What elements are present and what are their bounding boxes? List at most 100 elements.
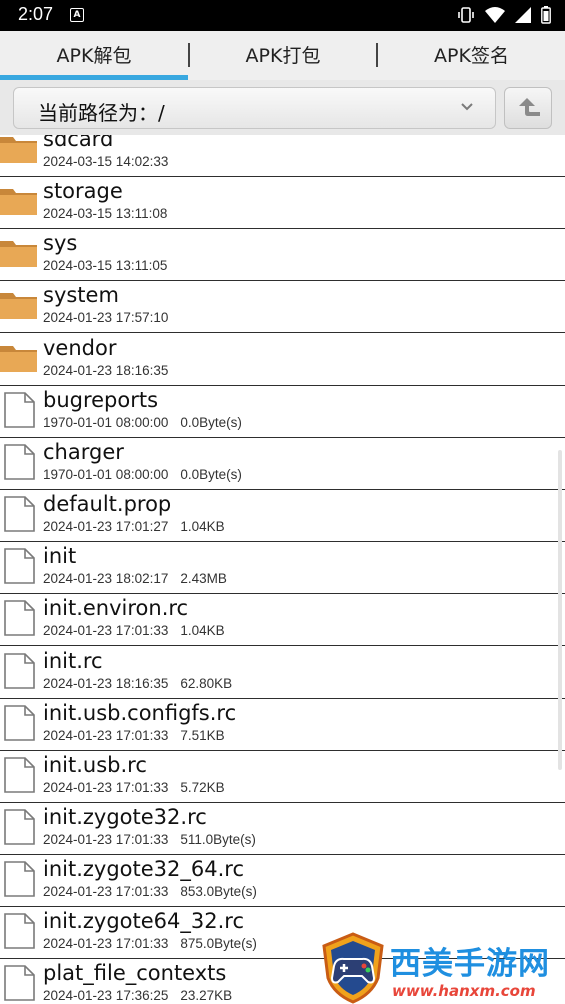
file-date: 2024-01-23 17:01:33 <box>43 831 169 847</box>
file-icon <box>4 913 35 950</box>
file-size: 23.27KB <box>180 988 233 1004</box>
file-row[interactable]: init.rc 2024-01-23 18:16:35 62.80KB <box>0 647 565 699</box>
tab-apk-unpack[interactable]: APK解包 <box>0 31 188 80</box>
file-size: 62.80KB <box>180 675 233 691</box>
file-row[interactable]: init.environ.rc 2024-01-23 17:01:33 1.04KB <box>0 594 565 647</box>
tab-apk-pack[interactable]: APK打包 <box>190 31 376 80</box>
file-row[interactable]: init.zygote32_64.rc 2024-01-23 17:01:33 85… <box>0 855 565 908</box>
file-date: 1970-01-01 08:00:00 <box>43 414 169 430</box>
file-row[interactable]: init.usb.configfs.rc 2024-01-23 17:01:33 7… <box>0 699 565 751</box>
file-name: init.environ.rc <box>43 596 189 621</box>
tab-apk-sign[interactable]: APK签名 <box>378 31 565 80</box>
file-size: 5.72KB <box>180 779 225 795</box>
file-name: init.zygote32_64.rc <box>43 857 245 882</box>
file-date: 2024-03-15 13:11:08 <box>43 206 168 222</box>
file-meta: 2024-01-23 17:36:25 23.27KB <box>43 988 232 1003</box>
folder-row[interactable]: vendor 2024-01-23 18:16:35 <box>0 334 565 386</box>
file-meta: 2024-01-23 17:01:33 7.51KB <box>43 728 225 743</box>
status-icons <box>457 6 551 24</box>
file-name: init.zygote64_32.rc <box>43 909 245 934</box>
file-icon <box>4 809 35 845</box>
signal-icon <box>515 7 531 23</box>
file-meta: 2024-01-23 17:01:33 5.72KB <box>43 780 225 795</box>
file-date: 2024-01-23 17:01:33 <box>43 727 169 743</box>
file-icon <box>4 861 35 897</box>
path-dropdown[interactable]: 当前路径为：/ <box>13 87 496 129</box>
current-path-label: 当前路径为：/ <box>38 101 165 125</box>
tab-bar: APK解包 APK打包 APK签名 <box>0 31 565 80</box>
file-meta: 2024-01-23 17:01:33 875.0Byte(s) <box>43 936 257 951</box>
file-icon <box>4 444 35 480</box>
file-name: charger <box>43 439 124 464</box>
folder-row[interactable]: sdcard 2024-03-15 14:02:33 <box>0 135 565 177</box>
file-size: 853.0Byte(s) <box>180 884 257 900</box>
file-icon <box>4 756 35 793</box>
file-size: 7.51KB <box>180 727 225 743</box>
folder-icon <box>0 293 37 320</box>
folder-row[interactable]: storage 2024-03-15 13:11:08 <box>0 177 565 230</box>
vibrate-icon <box>458 7 474 23</box>
folder-icon <box>0 189 37 216</box>
file-icon <box>4 548 35 584</box>
watermark-logo: 西美手游网 www.hanxm.com <box>318 932 565 1004</box>
file-name: bugreports <box>43 387 159 412</box>
path-bar: 当前路径为：/ <box>0 80 565 135</box>
file-list: sdcard 2024-03-15 14:02:33 storage 2024-03-… <box>0 135 565 1004</box>
file-date: 2024-01-23 17:01:33 <box>43 623 169 639</box>
file-size: 2.43MB <box>180 571 227 587</box>
file-meta: 2024-01-23 17:01:33 853.0Byte(s) <box>43 884 257 899</box>
file-size: 0.0Byte(s) <box>180 414 242 430</box>
file-size: 0.0Byte(s) <box>180 466 242 482</box>
file-icon <box>4 965 35 1002</box>
file-name: system <box>43 283 119 308</box>
file-meta: 2024-01-23 18:16:35 <box>43 363 180 378</box>
up-arrow-icon <box>519 98 540 116</box>
file-meta: 2024-01-23 18:02:17 2.43MB <box>43 571 227 586</box>
file-size: 1.04KB <box>180 623 225 639</box>
file-size: 1.04KB <box>180 519 225 535</box>
file-name: sdcard <box>43 135 114 151</box>
file-icon <box>4 704 35 741</box>
file-row[interactable]: charger 1970-01-01 08:00:00 0.0Byte(s) <box>0 438 565 490</box>
file-date: 2024-01-23 17:57:10 <box>43 310 169 326</box>
file-date: 2024-01-23 17:36:25 <box>43 988 169 1004</box>
folder-row[interactable]: system 2024-01-23 17:57:10 <box>0 281 565 334</box>
file-date: 2024-01-23 18:02:17 <box>43 571 169 587</box>
parent-directory-button[interactable] <box>504 87 552 129</box>
file-icon <box>4 600 35 637</box>
watermark-title: 西美手游网 <box>390 946 550 982</box>
file-meta: 2024-03-15 13:11:08 <box>43 206 179 221</box>
file-meta: 2024-03-15 14:02:33 <box>43 154 180 169</box>
file-name: default.prop <box>43 492 172 517</box>
file-name: plat_file_contexts <box>43 961 227 986</box>
file-meta: 2024-03-15 13:11:05 <box>43 258 179 273</box>
battery-icon <box>541 6 551 24</box>
file-name: init.usb.configfs.rc <box>43 700 237 725</box>
file-date: 2024-03-15 13:11:05 <box>43 258 168 274</box>
file-date: 2024-01-23 17:01:33 <box>43 884 169 900</box>
folder-icon <box>0 241 37 268</box>
file-row[interactable]: default.prop 2024-01-23 17:01:27 1.04KB <box>0 490 565 543</box>
file-icon <box>4 391 35 428</box>
file-date: 2024-01-23 17:01:33 <box>43 779 169 795</box>
file-date: 2024-01-23 17:01:27 <box>43 519 169 535</box>
file-row[interactable]: bugreports 1970-01-01 08:00:00 0.0Byte(s) <box>0 386 565 438</box>
file-row[interactable]: init.zygote32.rc 2024-01-23 17:01:33 511.0… <box>0 803 565 855</box>
scrollbar[interactable] <box>558 450 562 770</box>
folder-row[interactable]: sys 2024-03-15 13:11:05 <box>0 229 565 282</box>
file-date: 2024-03-15 14:02:33 <box>43 154 169 169</box>
file-row[interactable]: init.usb.rc 2024-01-23 17:01:33 5.72KB <box>0 751 565 803</box>
file-date: 1970-01-01 08:00:00 <box>43 466 169 482</box>
file-name: storage <box>43 179 123 204</box>
wifi-icon <box>485 7 505 23</box>
gamepad-shield-icon <box>322 932 384 1004</box>
file-icon <box>4 496 35 532</box>
file-meta: 2024-01-23 17:01:33 511.0Byte(s) <box>43 832 256 847</box>
file-name: sys <box>43 231 78 256</box>
file-icon <box>4 652 35 689</box>
file-size: 875.0Byte(s) <box>180 936 257 952</box>
folder-icon <box>0 137 37 163</box>
file-row[interactable]: init 2024-01-23 18:02:17 2.43MB <box>0 542 565 595</box>
folder-icon <box>0 345 37 372</box>
file-name: vendor <box>43 335 117 360</box>
